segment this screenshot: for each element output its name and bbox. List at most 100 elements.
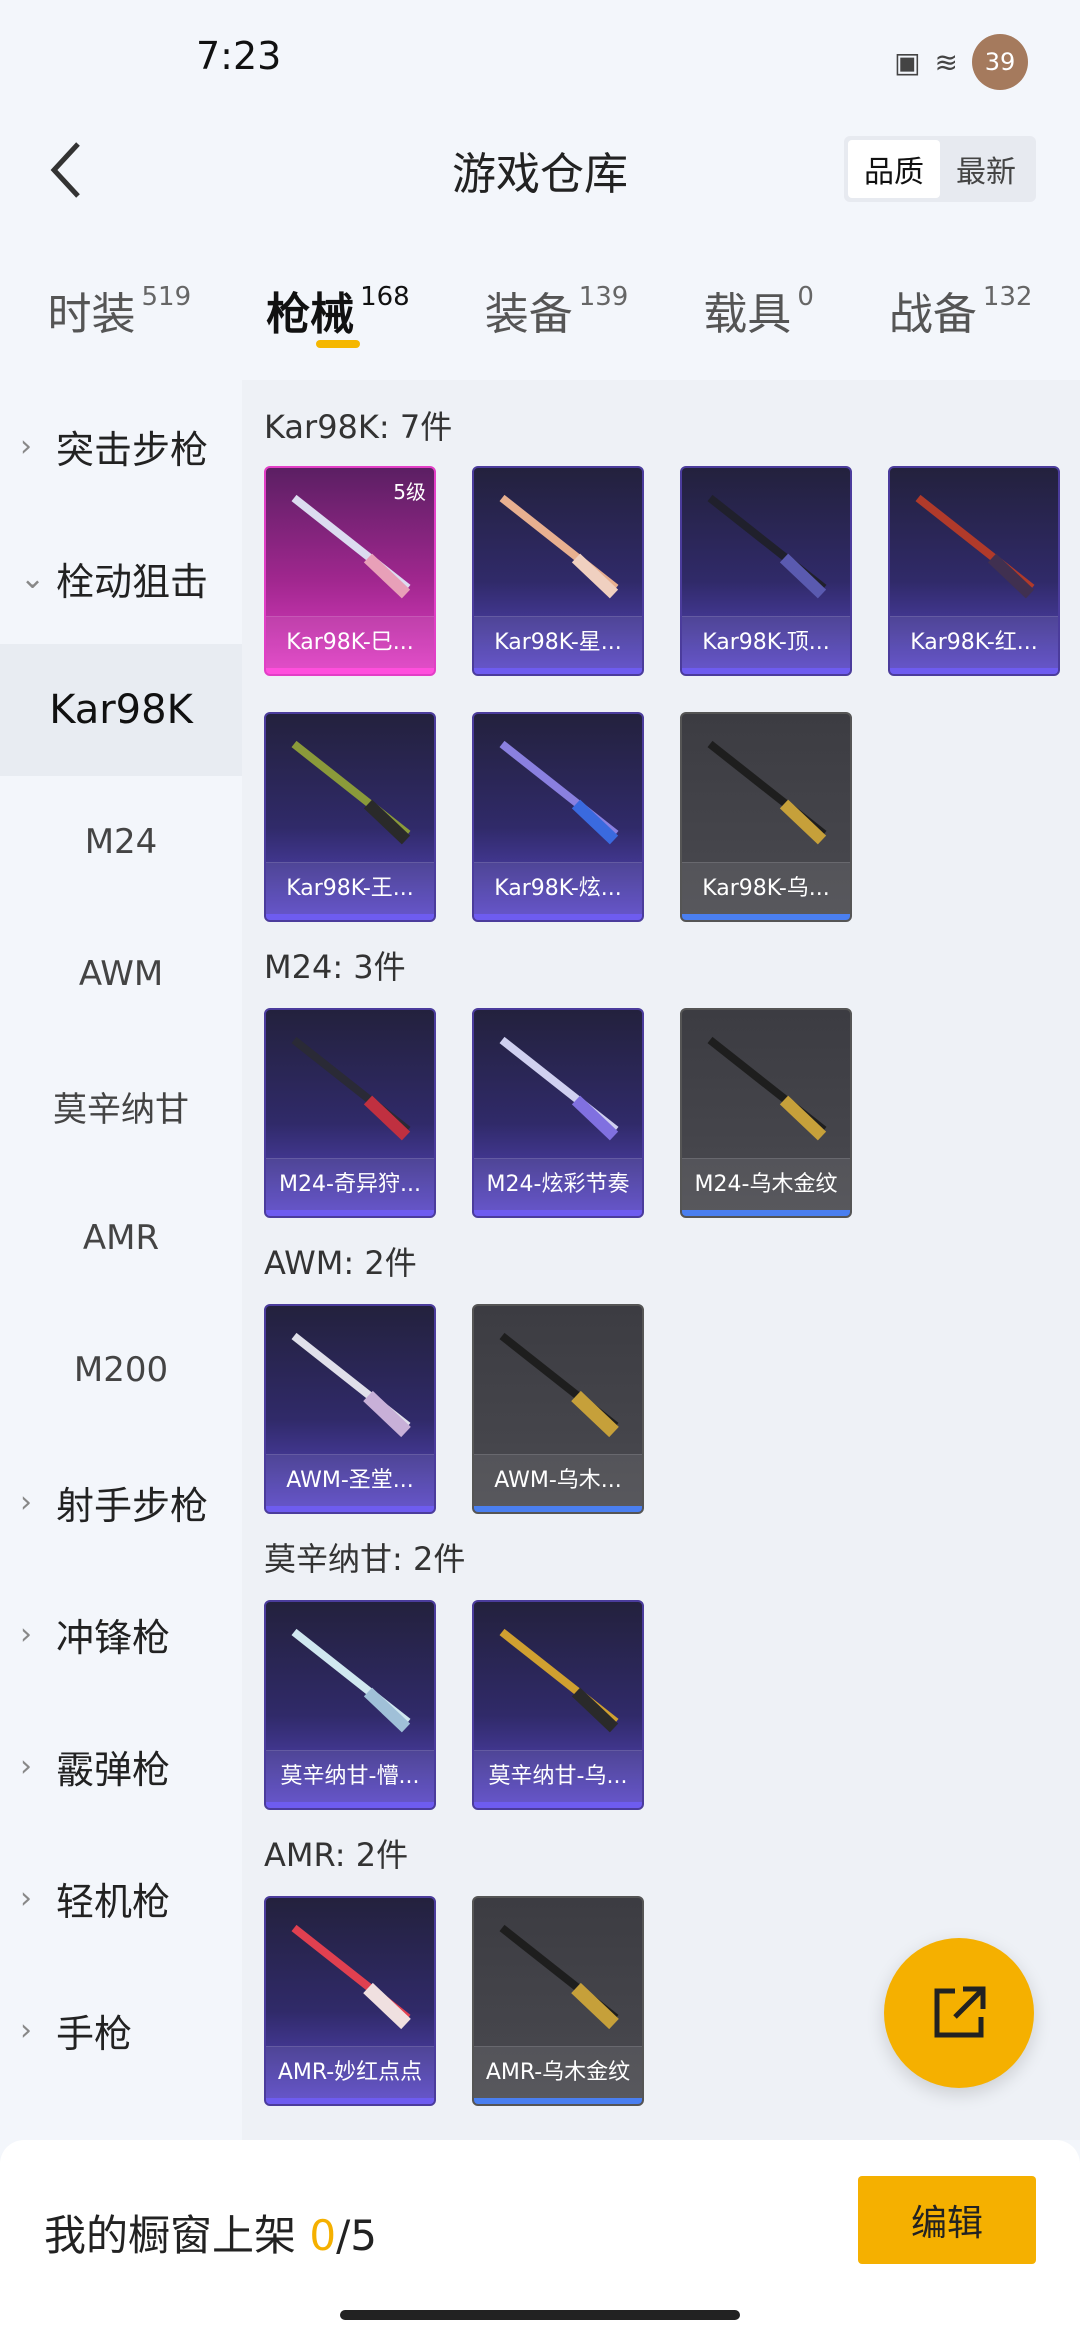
- tab-firearms[interactable]: 枪械 168: [266, 270, 410, 370]
- category-tabs: 时装 519 枪械 168 装备 139 载具 0 战备 132: [0, 270, 1080, 370]
- status-bar: 7:23 ▣ ≋ 39: [0, 0, 1080, 120]
- rifle-icon: [291, 1332, 411, 1438]
- showcase-label: 我的橱窗上架: [44, 2211, 297, 2260]
- tab-vehicles[interactable]: 载具 0: [703, 270, 814, 370]
- home-indicator: [340, 2310, 740, 2320]
- item-card[interactable]: M24-炫彩节奏: [472, 1008, 644, 1218]
- item-card[interactable]: Kar98K-顶...: [680, 466, 852, 676]
- sidebar-item-m24[interactable]: M24: [0, 776, 242, 908]
- rarity-bar: [474, 1210, 642, 1216]
- item-card[interactable]: M24-奇异狩...: [264, 1008, 436, 1218]
- sidebar-item-label: 莫辛纳甘: [53, 1089, 189, 1130]
- tab-count: 0: [797, 282, 814, 312]
- tab-count: 139: [578, 282, 629, 312]
- share-export-icon: [934, 1986, 986, 2038]
- item-card[interactable]: AWM-圣堂...: [264, 1304, 436, 1514]
- status-time: 7:23: [196, 34, 282, 78]
- sort-quality-button[interactable]: 品质: [848, 140, 940, 198]
- rifle-icon: [499, 1036, 619, 1141]
- rarity-bar: [682, 914, 850, 920]
- rifle-icon: [915, 494, 1035, 599]
- sidebar-item-awm[interactable]: AWM: [0, 908, 242, 1040]
- item-label: AMR-乌木金纹: [474, 2046, 642, 2098]
- section-title: 莫辛纳甘: 2件: [264, 1540, 466, 1578]
- showcase-bar: 我的橱窗上架 0/5 编辑: [0, 2140, 1080, 2340]
- item-card[interactable]: M24-乌木金纹: [680, 1008, 852, 1218]
- item-label: Kar98K-星...: [474, 616, 642, 668]
- item-label: Kar98K-巳...: [266, 616, 434, 668]
- tab-count: 132: [982, 282, 1033, 312]
- rarity-bar: [266, 1802, 434, 1808]
- chevron-right-icon: ›: [20, 1616, 32, 1652]
- share-fab-button[interactable]: [884, 1938, 1034, 2088]
- item-label: Kar98K-顶...: [682, 616, 850, 668]
- rifle-icon: [291, 1924, 411, 2030]
- item-card[interactable]: Kar98K-红...: [888, 466, 1060, 676]
- item-label: AWM-圣堂...: [266, 1454, 434, 1506]
- sidebar-item-label: 冲锋枪: [56, 1615, 171, 1660]
- item-card[interactable]: Kar98K-星...: [472, 466, 644, 676]
- sidebar-item-shotgun[interactable]: › 霰弹枪: [0, 1700, 242, 1832]
- section-title: AMR: 2件: [264, 1836, 409, 1874]
- rifle-icon: [499, 494, 619, 599]
- edit-button[interactable]: 编辑: [858, 2176, 1036, 2264]
- rarity-bar: [474, 1506, 642, 1512]
- sort-toggle: 品质 最新: [844, 136, 1036, 202]
- item-label: M24-炫彩节奏: [474, 1158, 642, 1210]
- sidebar-item-amr[interactable]: AMR: [0, 1172, 242, 1304]
- wifi-icon: ≋: [934, 45, 958, 79]
- rifle-icon: [291, 1628, 411, 1733]
- sidebar-item-lmg[interactable]: › 轻机枪: [0, 1832, 242, 1964]
- rifle-icon: [499, 740, 619, 845]
- tab-supplies[interactable]: 战备 132: [889, 270, 1033, 370]
- rarity-bar: [682, 1210, 850, 1216]
- sidebar-item-bolt-sniper[interactable]: ⌄ 栓动狙击: [0, 512, 242, 644]
- sidebar-item-label: 霰弹枪: [56, 1747, 171, 1792]
- showcase-count: 0: [309, 2211, 337, 2260]
- tab-label: 装备: [484, 289, 573, 340]
- rifle-icon: [291, 740, 411, 845]
- sort-newest-button[interactable]: 最新: [940, 140, 1032, 198]
- item-card[interactable]: Kar98K-王...: [264, 712, 436, 922]
- item-label: 莫辛纳甘-乌...: [474, 1750, 642, 1802]
- inventory-grid: Kar98K: 7件 5级 Kar98K-巳... Kar98K-星... Ka…: [242, 380, 1080, 2140]
- showcase-total: /5: [336, 2211, 377, 2260]
- item-label: Kar98K-乌...: [682, 862, 850, 914]
- sidebar-item-mosin[interactable]: 莫辛纳甘: [0, 1040, 242, 1172]
- rarity-bar: [266, 668, 434, 674]
- tab-equipment[interactable]: 装备 139: [485, 270, 629, 370]
- tab-label: 时装: [47, 289, 136, 340]
- item-card[interactable]: Kar98K-炫...: [472, 712, 644, 922]
- item-card[interactable]: Kar98K-乌...: [680, 712, 852, 922]
- item-card[interactable]: 莫辛纳甘-乌...: [472, 1600, 644, 1810]
- sidebar-item-label: M24: [84, 822, 158, 862]
- rarity-bar: [474, 1802, 642, 1808]
- chevron-right-icon: ›: [20, 1748, 32, 1784]
- item-card[interactable]: AMR-妙红点点: [264, 1896, 436, 2106]
- chevron-right-icon: ›: [20, 1880, 32, 1916]
- rarity-bar: [266, 914, 434, 920]
- sidebar-item-label: 突击步枪: [56, 427, 209, 472]
- sidebar-item-kar98k[interactable]: Kar98K: [0, 644, 242, 776]
- rifle-icon: [707, 494, 827, 599]
- item-card[interactable]: AMR-乌木金纹: [472, 1896, 644, 2106]
- sidebar-item-label: 轻机枪: [56, 1879, 171, 1924]
- item-card[interactable]: AWM-乌木...: [472, 1304, 644, 1514]
- chevron-right-icon: ›: [20, 428, 32, 464]
- rifle-icon: [499, 1628, 619, 1733]
- section-title: M24: 3件: [264, 948, 406, 986]
- sidebar-item-dmr[interactable]: › 射手步枪: [0, 1436, 242, 1568]
- sidebar-item-m200[interactable]: M200: [0, 1304, 242, 1436]
- sidebar-item-label: 手枪: [56, 2011, 133, 2056]
- rarity-bar: [682, 668, 850, 674]
- header: 游戏仓库 品质 最新: [0, 120, 1080, 250]
- item-label: AWM-乌木...: [474, 1454, 642, 1506]
- sidebar-item-pistol[interactable]: › 手枪: [0, 1964, 242, 2096]
- item-card[interactable]: 莫辛纳甘-懵...: [264, 1600, 436, 1810]
- item-card[interactable]: 5级 Kar98K-巳...: [264, 466, 436, 676]
- tab-fashion[interactable]: 时装 519: [47, 270, 191, 370]
- sidebar-item-label: AMR: [82, 1218, 160, 1258]
- sidebar-item-smg[interactable]: › 冲锋枪: [0, 1568, 242, 1700]
- sidebar-item-assault-rifle[interactable]: › 突击步枪: [0, 380, 242, 512]
- chevron-down-icon: ⌄: [20, 560, 46, 596]
